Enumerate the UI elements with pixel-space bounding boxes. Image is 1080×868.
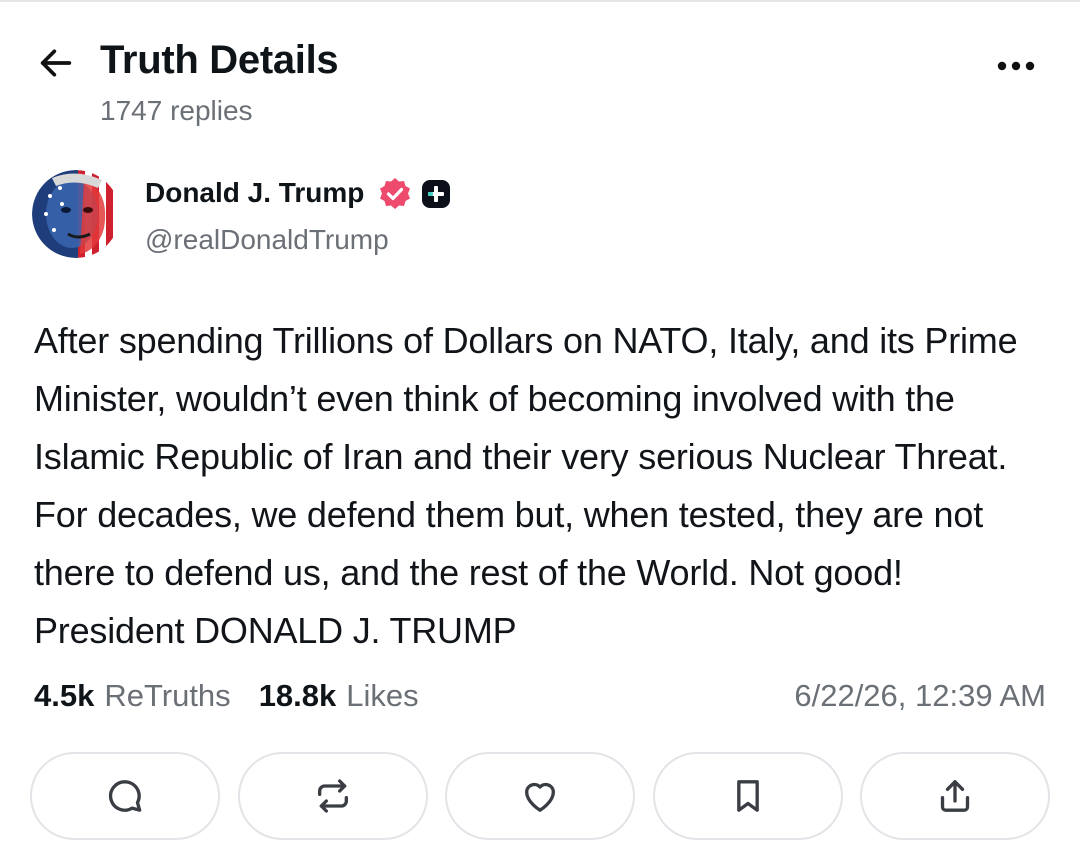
author-avatar[interactable] <box>32 170 120 258</box>
reply-button[interactable] <box>30 752 220 840</box>
post-body-text: After spending Trillions of Dollars on N… <box>34 320 1018 651</box>
engagement-stats: 4.5k ReTruths 18.8k Likes <box>34 674 419 718</box>
more-horizontal-icon <box>997 61 1035 71</box>
author-handle[interactable]: @realDonaldTrump <box>145 224 389 256</box>
reply-bubble-icon <box>108 780 142 812</box>
author-name[interactable]: Donald J. Trump <box>145 177 364 209</box>
retruth-button[interactable] <box>237 752 428 840</box>
bookmark-icon <box>736 780 759 812</box>
likes-label[interactable]: Likes <box>346 678 418 714</box>
retruths-count[interactable]: 4.5k <box>34 678 94 714</box>
retruth-icon <box>317 779 348 813</box>
verified-badge-icon <box>377 176 413 212</box>
share-icon <box>940 780 970 812</box>
retruths-label[interactable]: ReTruths <box>104 678 230 714</box>
share-button[interactable] <box>860 752 1050 840</box>
likes-count[interactable]: 18.8k <box>259 678 337 714</box>
heart-icon <box>525 782 555 812</box>
truth-details-screen: Truth Details 1747 replies Donald J. Tru… <box>0 0 1080 868</box>
arrow-left-icon <box>40 49 72 77</box>
top-divider <box>0 0 1080 2</box>
avatar-image <box>32 170 120 258</box>
like-button[interactable] <box>445 752 635 840</box>
plus-badge-icon <box>420 178 452 210</box>
action-bar <box>30 752 1050 840</box>
bookmark-button[interactable] <box>652 752 843 840</box>
post-timestamp: 6/22/26, 12:39 AM <box>794 678 1046 713</box>
reply-count: 1747 replies <box>100 95 253 126</box>
more-options-button[interactable] <box>986 50 1046 82</box>
back-button[interactable] <box>30 42 82 84</box>
page-title: Truth Details <box>100 38 339 82</box>
